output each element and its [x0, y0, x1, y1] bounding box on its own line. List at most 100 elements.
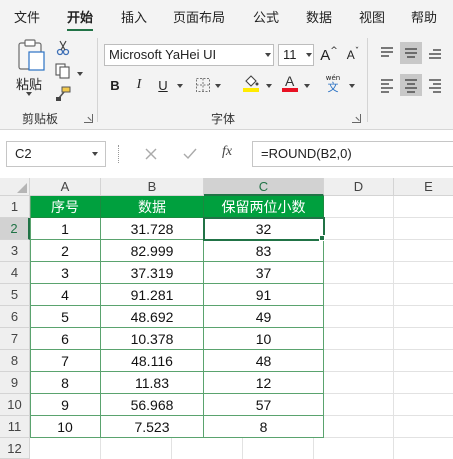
- underline-dropdown-icon[interactable]: [177, 84, 183, 88]
- row-header[interactable]: 5: [0, 284, 30, 306]
- row-header[interactable]: 9: [0, 372, 30, 394]
- align-middle-button[interactable]: [400, 42, 422, 64]
- font-name-dropdown-icon[interactable]: [265, 53, 271, 57]
- column-header-e[interactable]: E: [394, 178, 453, 196]
- row-header[interactable]: 8: [0, 350, 30, 372]
- empty-cells-area[interactable]: [324, 218, 453, 459]
- table-cell[interactable]: 3: [30, 262, 101, 284]
- row-header[interactable]: 6: [0, 306, 30, 328]
- table-cell[interactable]: 8: [30, 372, 101, 394]
- table-cell[interactable]: 10: [30, 416, 101, 438]
- table-cell[interactable]: 48: [204, 350, 324, 372]
- table-cell[interactable]: 37: [204, 262, 324, 284]
- select-all-button[interactable]: [0, 178, 30, 196]
- italic-button[interactable]: I: [128, 74, 150, 96]
- name-box[interactable]: C2: [6, 141, 106, 167]
- underline-button[interactable]: U: [152, 74, 174, 96]
- column-header-b[interactable]: B: [101, 178, 204, 196]
- chevron-down-icon[interactable]: [26, 92, 32, 96]
- cancel-icon[interactable]: [144, 147, 158, 161]
- enter-check-icon[interactable]: [182, 147, 198, 161]
- phonetic-guide-button[interactable]: wén 文: [322, 73, 344, 95]
- table-cell[interactable]: 5: [30, 306, 101, 328]
- table-cell[interactable]: 83: [204, 240, 324, 262]
- table-cell[interactable]: 6: [30, 328, 101, 350]
- column-header-d[interactable]: D: [324, 178, 394, 196]
- copy-button[interactable]: [52, 60, 74, 82]
- align-top-button[interactable]: [376, 42, 398, 64]
- row-header[interactable]: 2: [0, 218, 30, 240]
- font-name-select[interactable]: Microsoft YaHei UI: [104, 44, 274, 66]
- tab-home[interactable]: 开始: [67, 7, 94, 31]
- phonetic-dropdown-icon[interactable]: [349, 84, 355, 88]
- tab-page-layout[interactable]: 页面布局: [173, 7, 225, 27]
- tab-formulas[interactable]: 公式: [253, 7, 279, 27]
- table-cell[interactable]: 7: [30, 350, 101, 372]
- table-header-cell[interactable]: 数据: [101, 196, 204, 218]
- clipboard-launcher-icon[interactable]: [84, 114, 93, 123]
- table-cell[interactable]: 56.968: [101, 394, 204, 416]
- cut-button[interactable]: [52, 37, 74, 59]
- column-header-a[interactable]: A: [30, 178, 101, 196]
- fill-handle[interactable]: [319, 235, 325, 241]
- formula-bar-splitter[interactable]: [118, 145, 120, 163]
- table-cell[interactable]: 2: [30, 240, 101, 262]
- row-header[interactable]: 7: [0, 328, 30, 350]
- table-cell[interactable]: 91: [204, 284, 324, 306]
- row-header[interactable]: 11: [0, 416, 30, 438]
- name-box-dropdown-icon[interactable]: [92, 152, 98, 156]
- row-header[interactable]: 4: [0, 262, 30, 284]
- table-cell[interactable]: 9: [30, 394, 101, 416]
- formula-input[interactable]: =ROUND(B2,0): [252, 141, 453, 167]
- borders-dropdown-icon[interactable]: [215, 84, 221, 88]
- table-cell[interactable]: 48.116: [101, 350, 204, 372]
- table-cell-active[interactable]: 32: [203, 217, 325, 241]
- table-cell[interactable]: 31.728: [101, 218, 204, 240]
- paste-button[interactable]: 粘贴: [10, 38, 50, 96]
- empty-cell[interactable]: [394, 196, 453, 218]
- table-cell[interactable]: 91.281: [101, 284, 204, 306]
- format-painter-button[interactable]: [52, 83, 74, 105]
- column-header-c[interactable]: C: [204, 178, 324, 196]
- copy-dropdown-icon[interactable]: [77, 72, 83, 76]
- fill-color-button[interactable]: [240, 72, 262, 94]
- row-header[interactable]: 10: [0, 394, 30, 416]
- insert-function-icon[interactable]: fx: [222, 144, 232, 160]
- table-cell[interactable]: 4: [30, 284, 101, 306]
- tab-file[interactable]: 文件: [14, 7, 40, 27]
- align-right-button[interactable]: [424, 74, 446, 96]
- font-color-dropdown-icon[interactable]: [304, 84, 310, 88]
- table-cell[interactable]: 10.378: [101, 328, 204, 350]
- row-header[interactable]: 3: [0, 240, 30, 262]
- row-header[interactable]: 1: [0, 196, 30, 218]
- empty-row-12[interactable]: [30, 438, 324, 459]
- decrease-font-button[interactable]: Aˇ: [342, 44, 364, 66]
- align-left-button[interactable]: [376, 74, 398, 96]
- row-header[interactable]: 12: [0, 438, 30, 459]
- align-bottom-button[interactable]: [424, 42, 446, 64]
- table-cell[interactable]: 12: [204, 372, 324, 394]
- borders-button[interactable]: [192, 74, 214, 96]
- tab-help[interactable]: 帮助: [411, 7, 437, 27]
- fill-color-dropdown-icon[interactable]: [266, 84, 272, 88]
- table-cell[interactable]: 11.83: [101, 372, 204, 394]
- empty-cell[interactable]: [324, 196, 394, 218]
- tab-data[interactable]: 数据: [306, 7, 332, 27]
- table-cell[interactable]: 37.319: [101, 262, 204, 284]
- tab-insert[interactable]: 插入: [121, 7, 147, 27]
- table-cell[interactable]: 82.999: [101, 240, 204, 262]
- bold-button[interactable]: B: [104, 74, 126, 96]
- table-header-cell[interactable]: 序号: [30, 196, 101, 218]
- table-header-cell[interactable]: 保留两位小数: [204, 196, 324, 218]
- table-cell[interactable]: 7.523: [101, 416, 204, 438]
- table-cell[interactable]: 1: [30, 218, 101, 240]
- table-cell[interactable]: 57: [204, 394, 324, 416]
- increase-font-button[interactable]: A ^: [318, 44, 340, 66]
- font-color-button[interactable]: A: [279, 72, 301, 94]
- font-size-dropdown-icon[interactable]: [306, 53, 312, 57]
- table-cell[interactable]: 48.692: [101, 306, 204, 328]
- font-launcher-icon[interactable]: [352, 114, 361, 123]
- table-cell[interactable]: 10: [204, 328, 324, 350]
- tab-view[interactable]: 视图: [359, 7, 385, 27]
- table-cell[interactable]: 49: [204, 306, 324, 328]
